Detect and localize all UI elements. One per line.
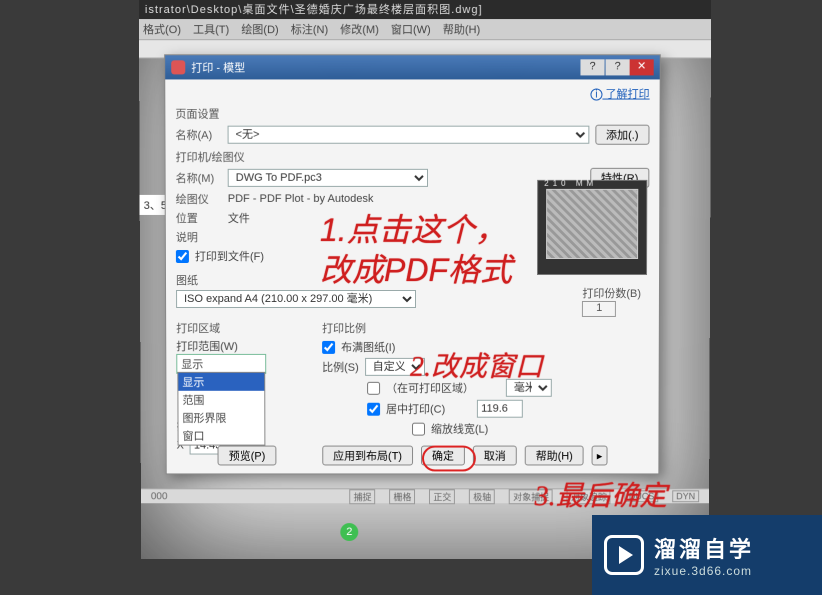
app-icon [171, 60, 185, 74]
center-plot-checkbox[interactable] [367, 402, 380, 415]
center-plot-label: 居中打印(C) [386, 401, 445, 417]
menu-draw[interactable]: 绘图(D) [241, 21, 278, 37]
plot-range-label: 打印范围(W) [176, 338, 266, 354]
minimize-icon[interactable]: ? [580, 59, 604, 75]
fit-to-paper-checkbox[interactable] [322, 340, 335, 353]
status-dyn[interactable]: DYN [672, 490, 699, 502]
printer-group: 打印机/绘图仪 [176, 149, 650, 165]
status-bar: 000 捕捉 栅格 正交 极轴 对象捕捉 对象追踪 DUCS DYN [141, 488, 709, 503]
screenshot-area: istrator\Desktop\桌面文件\圣德婚庆广场最终楼层面积图.dwg]… [139, 0, 711, 559]
range-opt-window[interactable]: 窗口 [179, 427, 265, 445]
coord-readout: 000 [151, 491, 168, 502]
paper-size-select[interactable]: ISO expand A4 (210.00 x 297.00 毫米) [176, 290, 416, 308]
printer-name-label: 名称(M) [176, 170, 222, 186]
location-value: 文件 [228, 210, 250, 226]
learn-print-link[interactable]: 了解打印 [605, 88, 649, 100]
in-printable-checkbox[interactable] [367, 381, 380, 394]
menu-help[interactable]: 帮助(H) [443, 21, 480, 37]
watermark-title: 溜溜自学 [654, 532, 754, 564]
pagesetup-name-select[interactable]: <无> [228, 126, 589, 144]
plot-range-selected: 显示 [177, 355, 265, 373]
plot-range-options[interactable]: 显示 范围 图形界限 窗口 [177, 372, 265, 446]
page-marker: 2 [340, 523, 358, 541]
watermark-url: zixue.3d66.com [654, 564, 754, 578]
close-icon[interactable]: ✕ [630, 59, 654, 75]
menu-dimension[interactable]: 标注(N) [291, 21, 328, 37]
page-setup-group: 页面设置 [175, 106, 649, 122]
status-ortho[interactable]: 正交 [429, 489, 455, 504]
help-icon[interactable]: ? [606, 59, 630, 75]
preview-dimension: 210 MM [544, 179, 597, 188]
add-button[interactable]: 添加(.) [595, 125, 650, 145]
status-polar[interactable]: 极轴 [469, 489, 495, 504]
play-icon [604, 535, 644, 575]
print-dialog: 打印 - 模型 ? ? ✕ i 了解打印 页面设置 名称(A) <无> 添加(.… [164, 54, 661, 474]
range-opt-extents[interactable]: 范围 [178, 391, 264, 409]
menu-modify[interactable]: 修改(M) [340, 21, 379, 37]
status-ducs[interactable]: DUCS [625, 490, 658, 502]
scale-lineweight-checkbox[interactable] [412, 422, 425, 435]
scale-lineweight-label: 缩放线宽(L) [431, 421, 488, 437]
dialog-titlebar[interactable]: 打印 - 模型 ? ? ✕ [165, 55, 660, 79]
plotter-label: 绘图仪 [176, 191, 222, 207]
copies-area: 打印份数(B) 1 [582, 285, 641, 317]
status-osnap[interactable]: 对象捕捉 [509, 489, 553, 504]
range-opt-limits[interactable]: 图形界限 [178, 409, 264, 427]
main-menubar[interactable]: 格式(O) 工具(T) 绘图(D) 标注(N) 修改(M) 窗口(W) 帮助(H… [139, 19, 711, 40]
apply-layout-button[interactable]: 应用到布局(T) [322, 446, 413, 466]
info-icon: i [590, 88, 602, 100]
menu-tools[interactable]: 工具(T) [193, 21, 229, 37]
printer-name-select[interactable]: DWG To PDF.pc3 [228, 169, 428, 187]
plotter-value: PDF - PDF Plot - by Autodesk [228, 193, 374, 205]
description-label: 说明 [176, 229, 222, 245]
in-printable-label: （在可打印区域） [386, 380, 474, 396]
status-grid[interactable]: 栅格 [389, 489, 415, 504]
fit-to-paper-label: 布满图纸(I) [341, 339, 395, 355]
pagesetup-name-label: 名称(A) [175, 127, 221, 143]
paper-preview: 210 MM [537, 180, 647, 275]
status-snap[interactable]: 捕捉 [350, 489, 376, 504]
lineweight-input[interactable] [477, 400, 523, 418]
range-opt-display[interactable]: 显示 [178, 373, 264, 391]
ok-button[interactable]: 确定 [421, 446, 465, 466]
cancel-button[interactable]: 取消 [473, 446, 517, 466]
plot-area-label: 打印区域 [176, 320, 266, 336]
plot-to-file-checkbox[interactable] [176, 249, 189, 262]
status-otrack[interactable]: 对象追踪 [567, 489, 611, 504]
location-label: 位置 [176, 210, 222, 226]
expand-button[interactable]: ▸ [592, 446, 608, 466]
app-titlebar: istrator\Desktop\桌面文件\圣德婚庆广场最终楼层面积图.dwg] [139, 0, 711, 19]
copies-spinner[interactable]: 1 [582, 301, 616, 317]
unit-select[interactable]: 毫米 [506, 379, 552, 397]
menu-format[interactable]: 格式(O) [143, 21, 181, 37]
help-button[interactable]: 帮助(H) [525, 446, 584, 466]
scale-ratio-select[interactable]: 自定义 [365, 358, 425, 376]
plot-to-file-label: 打印到文件(F) [195, 248, 264, 264]
copies-label: 打印份数(B) [582, 288, 641, 300]
watermark: 溜溜自学 zixue.3d66.com [592, 515, 822, 595]
ratio-label: 比例(S) [322, 359, 359, 375]
preview-button[interactable]: 预览(P) [218, 446, 277, 466]
menu-window[interactable]: 窗口(W) [391, 21, 431, 37]
plot-range-dropdown[interactable]: 显示 显示 范围 图形界限 窗口 [176, 354, 266, 374]
plot-scale-label: 打印比例 [322, 320, 552, 336]
dialog-title: 打印 - 模型 [191, 59, 245, 75]
